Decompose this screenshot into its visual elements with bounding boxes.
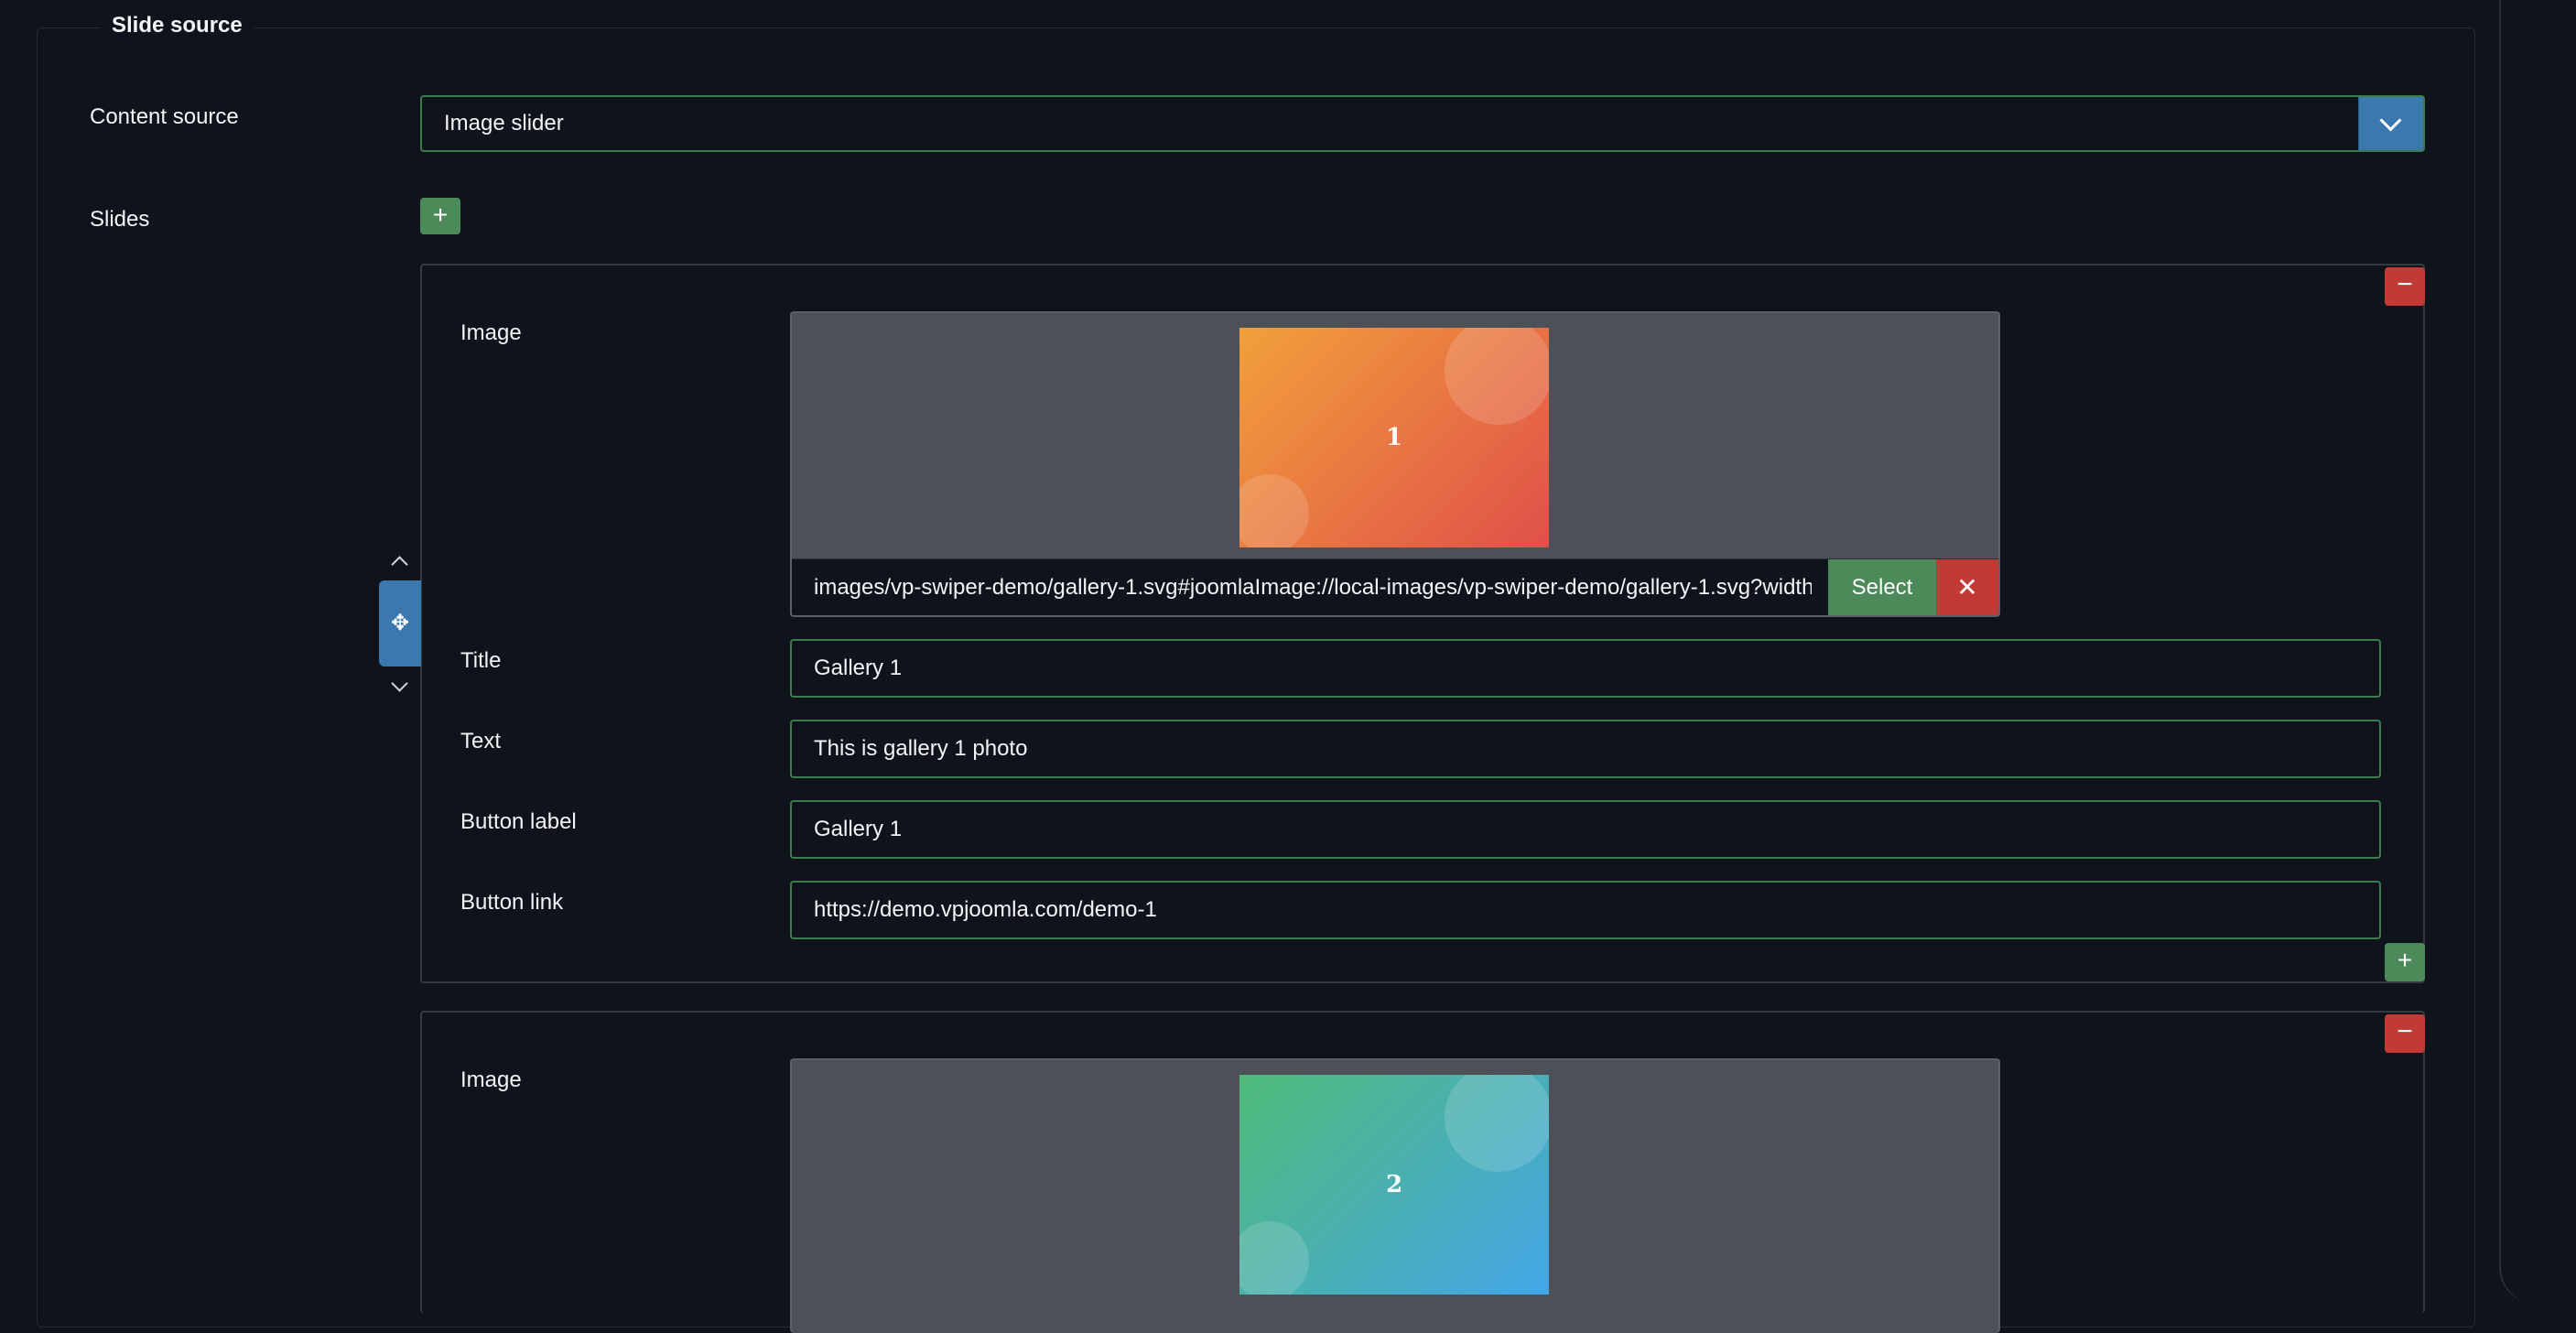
button-label-label: Button label (460, 809, 577, 834)
title-label: Title (460, 648, 502, 673)
button-link-input[interactable]: https://demo.vpjoomla.com/demo-1 (790, 881, 2381, 939)
button-link-value: https://demo.vpjoomla.com/demo-1 (814, 897, 1157, 922)
move-icon: ✥ (390, 611, 410, 635)
remove-slide-button[interactable]: − (2385, 267, 2425, 306)
drag-handle[interactable]: ✥ (379, 580, 421, 666)
title-input[interactable]: Gallery 1 (790, 639, 2381, 698)
remove-slide-button[interactable]: − (2385, 1014, 2425, 1053)
image-preview-box: 2 (790, 1058, 2000, 1333)
chevron-down-icon (2379, 109, 2402, 132)
content-source-value: Image slider (444, 111, 564, 135)
button-label-input[interactable]: Gallery 1 (790, 800, 2381, 859)
dropdown-toggle-button[interactable] (2358, 97, 2423, 150)
plus-icon: + (432, 200, 449, 229)
image-label: Image (460, 1067, 522, 1092)
button-link-label: Button link (460, 890, 564, 915)
slide-item-2: − Image 2 (420, 1011, 2425, 1333)
plus-icon: + (2397, 946, 2413, 974)
image-thumbnail: 2 (1239, 1075, 1549, 1295)
text-value: This is gallery 1 photo (814, 736, 1028, 761)
image-preview-box: 1 images/vp-swiper-demo/gallery-1.svg#jo… (790, 311, 2000, 617)
text-input[interactable]: This is gallery 1 photo (790, 720, 2381, 778)
thumbnail-number: 2 (1385, 1171, 1403, 1198)
slide-item-1: − Image 1 images/vp-swiper-demo/gallery-… (420, 264, 2425, 983)
clear-image-button[interactable]: ✕ (1936, 559, 1998, 615)
close-icon: ✕ (1956, 573, 1978, 601)
content-source-select[interactable]: Image slider (420, 95, 2425, 152)
minus-icon: − (2397, 1016, 2413, 1046)
image-path-row: images/vp-swiper-demo/gallery-1.svg#joom… (792, 558, 1998, 615)
image-thumbnail: 1 (1239, 328, 1549, 547)
select-image-button[interactable]: Select (1828, 559, 1936, 615)
image-path-field[interactable]: images/vp-swiper-demo/gallery-1.svg#joom… (814, 559, 1812, 615)
content-source-label: Content source (90, 104, 239, 129)
image-label: Image (460, 320, 522, 345)
window-edge (2499, 0, 2576, 1304)
slides-label: Slides (90, 207, 150, 232)
text-label: Text (460, 729, 502, 753)
minus-icon: − (2397, 269, 2413, 299)
title-value: Gallery 1 (814, 656, 903, 680)
page-background: Slide source Content source Image slider… (0, 0, 2576, 1333)
add-slide-button[interactable]: + (420, 198, 460, 234)
add-slide-after-button[interactable]: + (2385, 943, 2425, 981)
thumbnail-number: 1 (1385, 424, 1403, 451)
button-label-value: Gallery 1 (814, 817, 903, 841)
fieldset-legend: Slide source (101, 13, 254, 38)
